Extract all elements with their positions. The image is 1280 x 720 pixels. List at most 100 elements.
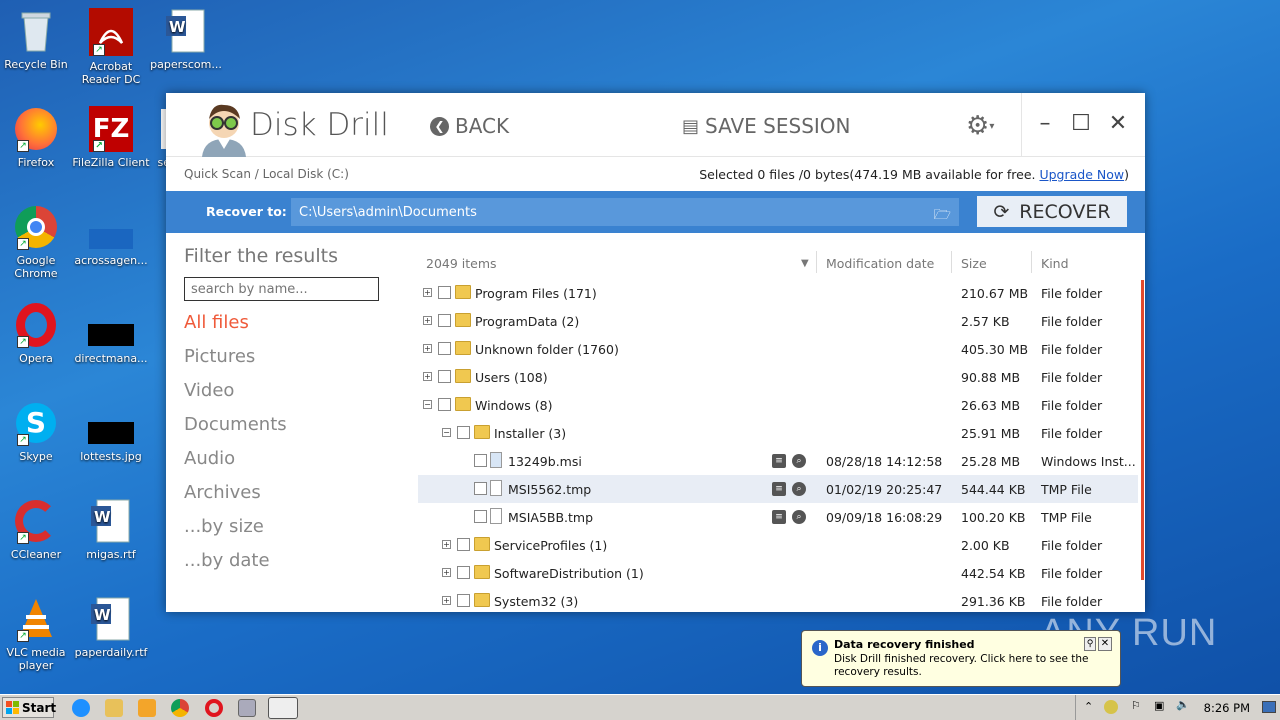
category-documents[interactable]: Documents [184,414,384,437]
category-pictures[interactable]: Pictures [184,346,384,369]
close-button[interactable]: ✕ [1105,111,1131,136]
file-icon [88,204,134,250]
desktop-icon-filezilla[interactable]: FZ ↗ FileZilla Client [72,106,150,169]
table-row[interactable]: + System32 (3) 291.36 KB File folder [418,587,1138,612]
desktop-icon-paperscom[interactable]: W paperscom... [147,8,225,71]
preview-magnifier-icon[interactable]: ⌕ [792,510,806,524]
table-row[interactable]: + ProgramData (2) 2.57 KB File folder [418,307,1138,335]
category-audio[interactable]: Audio [184,448,384,471]
recover-path-field[interactable]: C:\Users\admin\Documents 🗁 [291,198,959,226]
desktop-icon-lottests[interactable]: lottests.jpg [72,400,150,463]
desktop-icon-recycle-bin[interactable]: Recycle Bin [0,8,75,71]
row-checkbox[interactable] [474,482,487,495]
expand-toggle[interactable]: + [423,344,432,353]
row-checkbox[interactable] [474,454,487,467]
opera-taskbar-icon[interactable] [205,699,223,717]
expand-toggle[interactable]: + [423,316,432,325]
table-row[interactable]: + Unknown folder (1760) 405.30 MB File f… [418,335,1138,363]
show-desktop-icon[interactable] [1262,701,1276,713]
file-explorer-icon[interactable] [105,699,123,717]
desktop-icon-paperdaily[interactable]: W paperdaily.rtf [72,596,150,659]
pin-icon[interactable]: ⚲ [1084,637,1096,651]
table-row[interactable]: + SoftwareDistribution (1) 442.54 KB Fil… [418,559,1138,587]
volume-icon[interactable]: 🔈 [1176,698,1190,711]
desktop-icon-ccleaner[interactable]: ↗ CCleaner [0,498,75,561]
upgrade-now-link[interactable]: Upgrade Now [1039,167,1124,182]
row-checkbox[interactable] [438,398,451,411]
column-modification-date[interactable]: Modification date [826,256,934,271]
category-by-date[interactable]: ...by date [184,550,384,573]
row-checkbox[interactable] [474,510,487,523]
collapse-toggle[interactable]: − [423,400,432,409]
recovery-notification[interactable]: i Data recovery finished Disk Drill fini… [801,630,1121,687]
selection-text: Selected 0 files /0 bytes(474.19 MB avai… [699,167,1036,182]
row-checkbox[interactable] [457,594,470,607]
settings-gear-icon[interactable]: ⚙▾ [966,111,994,141]
table-row[interactable]: + Program Files (171) 210.67 MB File fol… [418,279,1138,307]
internet-explorer-icon[interactable] [72,699,90,717]
info-icon[interactable]: ≡ [772,482,786,496]
table-row[interactable]: − Installer (3) 25.91 MB File folder [418,419,1138,447]
media-player-icon[interactable] [138,699,156,717]
table-row[interactable]: + Users (108) 90.88 MB File folder [418,363,1138,391]
search-input[interactable] [184,277,379,301]
expand-toggle[interactable]: + [442,596,451,605]
category-archives[interactable]: Archives [184,482,384,505]
disk-drill-taskbar-icon[interactable] [268,697,298,719]
preview-magnifier-icon[interactable]: ⌕ [792,482,806,496]
desktop-icon-vlc[interactable]: ↗ VLC media player [0,596,75,672]
table-row[interactable]: + ServiceProfiles (1) 2.00 KB File folde… [418,531,1138,559]
row-checkbox[interactable] [457,538,470,551]
table-row[interactable]: MSI5562.tmp ≡ ⌕ 01/02/19 20:25:47 544.44 … [418,475,1138,503]
collapse-toggle[interactable]: − [442,428,451,437]
desktop-icon-chrome[interactable]: ↗ Google Chrome [0,204,75,280]
desktop-icon-acrobat[interactable]: ↗ Acrobat Reader DC [72,8,150,86]
clock[interactable]: 8:26 PM [1204,701,1250,715]
desktop-icon-skype[interactable]: S ↗ Skype [0,400,75,463]
list-scrollbar[interactable] [1141,280,1144,580]
expand-toggle[interactable]: + [423,288,432,297]
info-icon[interactable]: ≡ [772,454,786,468]
start-button[interactable]: Start [2,697,56,718]
info-icon[interactable]: ≡ [772,510,786,524]
table-row[interactable]: 13249b.msi ≡ ⌕ 08/28/18 14:12:58 25.28 MB… [418,447,1138,475]
category-all-files[interactable]: All files [184,312,384,335]
recover-button[interactable]: ⟳ RECOVER [977,196,1127,227]
desktop-icon-firefox[interactable]: ↗ Firefox [0,106,75,169]
recycle-bin-icon [13,8,59,54]
table-row[interactable]: MSIA5BB.tmp ≡ ⌕ 09/09/18 16:08:29 100.20 … [418,503,1138,531]
column-kind[interactable]: Kind [1041,256,1069,271]
disk-drill-tray-icon[interactable] [1104,700,1118,714]
minimize-button[interactable]: – [1032,111,1058,136]
flag-icon[interactable]: ⚐ [1131,699,1141,712]
expand-toggle[interactable]: + [423,372,432,381]
category-video[interactable]: Video [184,380,384,403]
folder-open-icon[interactable]: 🗁 [934,204,951,228]
row-checkbox[interactable] [457,426,470,439]
save-session-button[interactable]: ▤ SAVE SESSION [682,114,850,138]
column-size[interactable]: Size [961,256,987,271]
row-checkbox[interactable] [457,566,470,579]
table-row[interactable]: − Windows (8) 26.63 MB File folder [418,391,1138,419]
category-by-size[interactable]: ...by size [184,516,384,539]
network-icon[interactable]: ▣ [1154,699,1164,712]
row-checkbox[interactable] [438,314,451,327]
row-name: ProgramData (2) [475,314,580,329]
row-checkbox[interactable] [438,286,451,299]
back-button[interactable]: ❮ BACK [430,114,509,138]
desktop-icon-acrossagen[interactable]: acrossagen... [72,204,150,267]
maximize-button[interactable]: ☐ [1068,111,1094,136]
expand-toggle[interactable]: + [442,540,451,549]
chrome-taskbar-icon[interactable] [171,699,189,717]
installer-taskbar-icon[interactable] [238,699,256,717]
row-checkbox[interactable] [438,370,451,383]
row-checkbox[interactable] [438,342,451,355]
expand-toggle[interactable]: + [442,568,451,577]
preview-magnifier-icon[interactable]: ⌕ [792,454,806,468]
close-icon[interactable]: ✕ [1098,637,1112,651]
desktop-icon-migas[interactable]: W migas.rtf [72,498,150,561]
desktop-icon-opera[interactable]: ↗ Opera [0,302,75,365]
desktop-icon-directmana[interactable]: directmana... [72,302,150,365]
show-hidden-icons-chevron-icon[interactable]: ⌃ [1084,700,1093,713]
sort-dropdown-icon[interactable]: ▼ [801,258,809,269]
